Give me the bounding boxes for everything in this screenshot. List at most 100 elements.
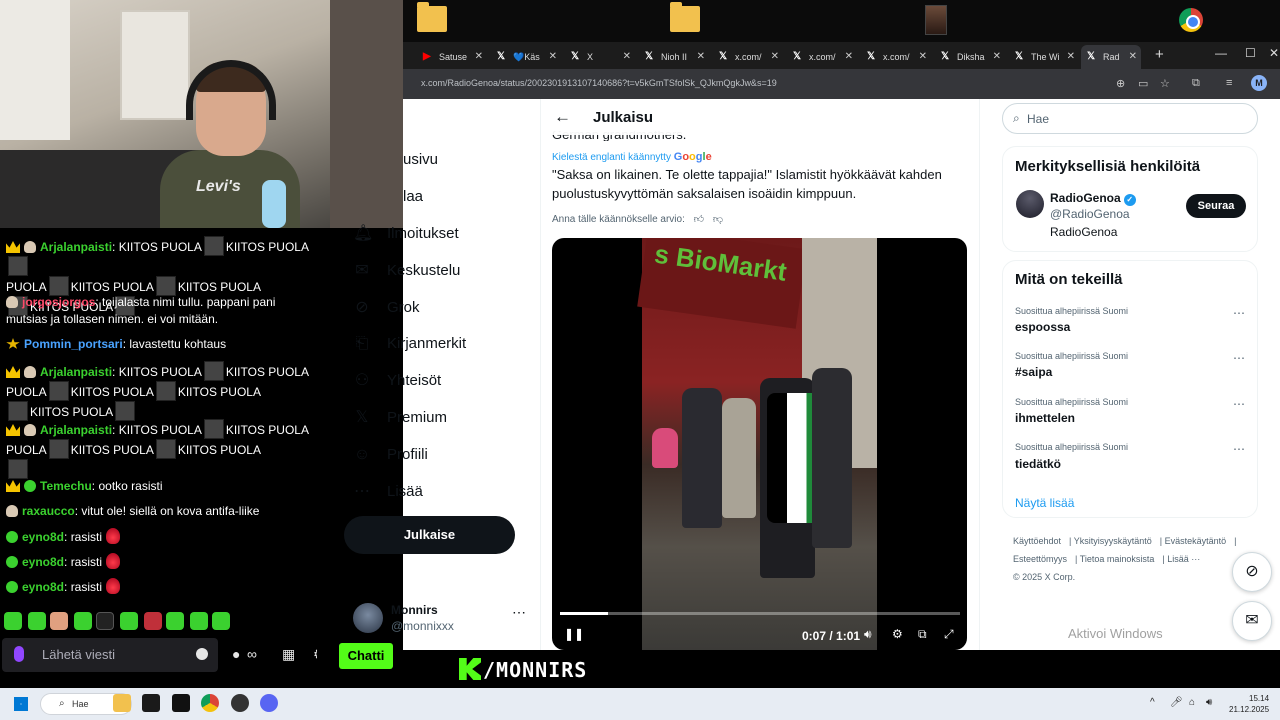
folder-icon[interactable] [417,2,447,32]
emote-icon[interactable] [74,612,92,630]
close-icon[interactable]: ✕ [475,45,483,69]
app-n-icon[interactable] [142,694,160,712]
browser-tab[interactable]: 𝕏x.com/ ✕ [861,45,931,69]
emote-icon[interactable] [96,612,114,630]
x-logo-icon[interactable]: 𝕏 [353,409,371,427]
browser-tab[interactable]: 𝕏 X ✕ [565,45,635,69]
chat-username[interactable]: Arjalanpaisti [40,240,112,254]
chat-username[interactable]: eyno8d [22,580,64,594]
minimize-icon[interactable]: — [1215,46,1227,60]
browser-tab[interactable]: 𝕏 Nioh II ✕ [639,45,709,69]
volume-icon[interactable]: 🔊︎ [864,627,872,642]
communities-icon[interactable]: ⚇ [353,372,371,390]
more-options-icon[interactable]: ⋯ [1233,306,1245,320]
emote-icon[interactable] [144,612,162,630]
post-button[interactable]: Julkaise [344,516,515,554]
nav-notifications[interactable]: Ilmoitukset [387,225,459,242]
browser-tab[interactable]: ▶ Satuse ✕ [417,45,487,69]
chat-input[interactable]: Lähetä viesti [2,638,218,672]
grok-icon[interactable]: ⊘ [353,299,371,317]
chat-tools-icon[interactable]: ● [232,646,240,662]
suggested-user-name[interactable]: RadioGenoa ✓ [1050,191,1136,206]
network-icon[interactable]: ⌂ [1189,697,1195,708]
new-tab-button[interactable]: + [1155,46,1164,63]
zoom-icon[interactable]: ⊕ [1116,77,1125,90]
browser-tab[interactable]: 𝕏x.com/ ✕ [713,45,783,69]
footer-link[interactable]: Käyttöehdot [1013,536,1061,546]
browser-tab-active[interactable]: 𝕏 Rad ✕ [1081,45,1141,69]
close-window-icon[interactable]: ✕ [1269,46,1279,60]
discord-icon[interactable] [260,694,278,712]
clock[interactable]: 15.14 21.12.2025 [1229,693,1269,715]
browser-tab[interactable]: 𝕏 💙Käs ✕ [491,45,561,69]
maximize-icon[interactable]: ☐ [1245,46,1256,60]
footer-link[interactable]: Yksityisyyskäytäntö [1074,536,1152,546]
nav-grok[interactable]: Grok [387,299,420,316]
profile-avatar[interactable]: M [1251,75,1267,91]
close-icon[interactable]: ✕ [1067,45,1075,69]
more-options-icon[interactable]: ⋯ [1233,351,1245,365]
footer-link[interactable]: Esteettömyys [1013,554,1067,564]
nav-messages[interactable]: Keskustelu [387,262,460,279]
browser-tab[interactable]: 𝕏x.com/ ✕ [787,45,857,69]
emote-icon[interactable] [166,612,184,630]
more-options-icon[interactable]: ⋯ [1233,442,1245,456]
chat-username[interactable]: raxaucco [22,504,75,518]
trend-item[interactable]: ihmettelen [1015,411,1075,425]
nav-profile[interactable]: Profiili [387,446,428,463]
more-options-icon[interactable]: ⋯ [1233,397,1245,411]
more-options-icon[interactable]: ⋯ [512,604,526,621]
mail-icon[interactable]: ✉ [353,262,371,280]
browser-tab[interactable]: 𝕏 The Wi ✕ [1009,45,1079,69]
bookmark-icon[interactable]: ⎗ [353,335,371,353]
close-icon[interactable]: ✕ [623,45,631,69]
browser-tab[interactable]: 𝕏 Diksha ✕ [935,45,1005,69]
file-explorer-icon[interactable] [113,694,131,712]
fullscreen-icon[interactable]: ⤢ [944,627,954,642]
chevron-up-icon[interactable]: ^ [1150,697,1155,708]
trend-item[interactable]: #saipa [1015,365,1052,379]
emote-icon[interactable] [190,612,208,630]
video-progress-bar[interactable] [560,612,960,615]
close-icon[interactable]: ✕ [845,45,853,69]
trend-item[interactable]: espoossa [1015,320,1070,334]
image-file-icon[interactable] [925,5,947,35]
chat-username[interactable]: eyno8d [22,555,64,569]
cast-icon[interactable]: ▭ [1138,77,1148,90]
pause-icon[interactable]: ❚❚ [564,627,584,641]
extensions-icon[interactable]: ⧉ [1192,77,1200,90]
x-app-icon[interactable] [172,694,190,712]
follow-button[interactable]: Seuraa [1186,194,1246,218]
footer-link[interactable]: Evästekäytäntö [1165,536,1227,546]
infinity-icon[interactable]: ∞ [247,646,257,662]
mic-tray-icon[interactable]: 🎤︎ [1170,697,1183,708]
emote-icon[interactable] [212,612,230,630]
chat-send-button[interactable]: Chatti [339,643,393,669]
emote-icon[interactable] [120,612,138,630]
search-input[interactable]: ⌕ Hae [1002,103,1258,134]
avatar[interactable] [1016,190,1044,218]
volume-tray-icon[interactable]: 🔊︎ [1206,697,1212,708]
url-field[interactable]: x.com/RadioGenoa/status/2002301913107140… [421,78,777,88]
profile-icon[interactable]: ☺ [353,446,371,464]
thumbs-up-icon[interactable]: 👍︎ [694,214,704,225]
close-icon[interactable]: ✕ [1129,45,1137,69]
thumbs-down-icon[interactable]: 👎︎ [713,214,723,225]
nav-explore[interactable]: laa [403,188,423,205]
bookmark-star-icon[interactable]: ☆ [1160,77,1170,90]
footer-link[interactable]: Tietoa mainoksista [1080,554,1155,564]
chat-username[interactable]: Arjalanpaisti [40,365,112,379]
chrome-shortcut-icon[interactable] [1179,8,1203,32]
chat-username[interactable]: Arjalanpaisti [40,423,112,437]
close-icon[interactable]: ✕ [919,45,927,69]
settings-gear-icon[interactable]: ⚙ [892,627,903,641]
nav-premium[interactable]: Premium [387,409,447,426]
store-icon[interactable]: ▦ [282,646,295,663]
translation-note[interactable]: Kielestä englanti käännytty Google [552,151,712,163]
chat-username[interactable]: eyno8d [22,530,64,544]
windows-start-icon[interactable] [14,697,28,711]
nav-bookmarks[interactable]: Kirjanmerkit [387,335,466,352]
grok-fab-icon[interactable]: ⊘ [1232,552,1272,592]
folder-icon[interactable] [670,2,700,32]
bell-icon[interactable]: 🔔︎ [353,225,373,243]
